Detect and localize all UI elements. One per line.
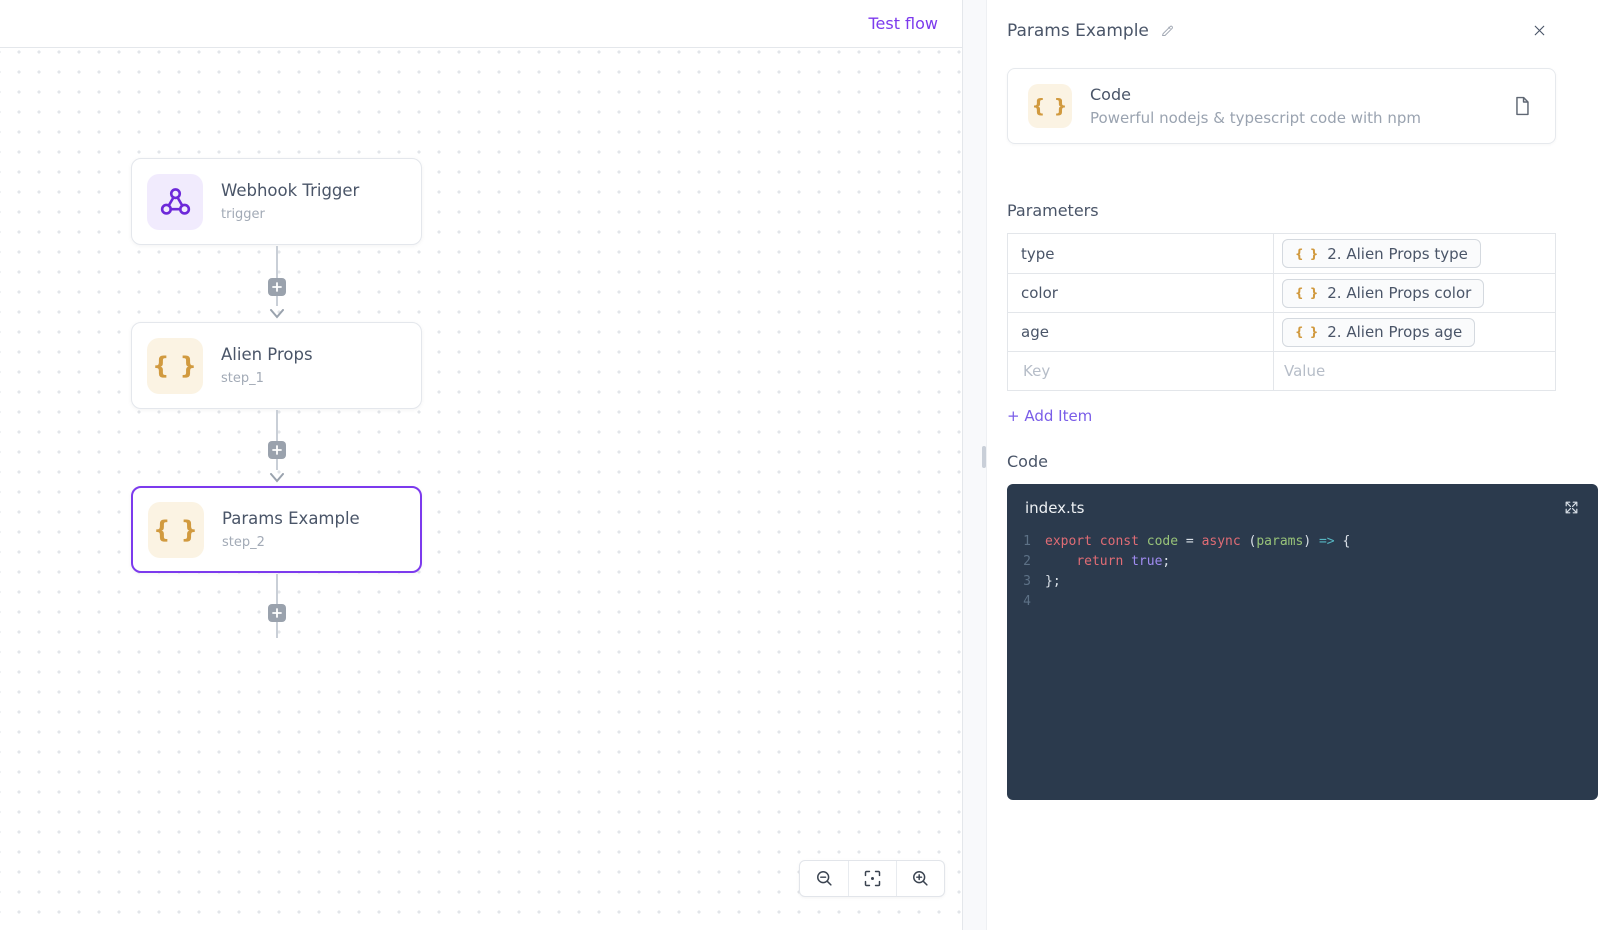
braces-icon: { } [147, 337, 203, 394]
fit-view-button[interactable] [848, 861, 896, 896]
panel-divider [962, 0, 987, 930]
panel-header: Params Example [1007, 20, 1550, 41]
node-title: Params Example [222, 509, 360, 528]
code-line-2: 2 return true; [1007, 552, 1598, 572]
docs-button[interactable] [1509, 93, 1535, 119]
node-step-id: step_2 [222, 535, 265, 550]
braces-icon: { } [1295, 246, 1320, 261]
parameter-row-color: color { } 2. Alien Props color [1008, 273, 1555, 312]
canvas-zoom-controls [799, 860, 945, 897]
node-title: Webhook Trigger [221, 181, 360, 200]
node-step-id: trigger [221, 207, 265, 222]
add-step-button-1[interactable] [268, 278, 286, 296]
fit-view-icon [862, 868, 883, 889]
flow-node-trigger[interactable]: Webhook Trigger trigger [131, 158, 422, 245]
expand-icon [1563, 499, 1580, 516]
new-key-input[interactable] [1021, 361, 1273, 381]
braces-icon: { } [1295, 325, 1320, 339]
value-reference-chip[interactable]: { } 2. Alien Props type [1282, 239, 1481, 268]
expand-editor-button[interactable] [1561, 497, 1582, 518]
connector-line [276, 410, 278, 470]
code-line-3: 3}; [1007, 572, 1598, 592]
braces-icon: { } [148, 501, 204, 558]
code-heading: Code [1007, 452, 1048, 471]
code-editor-body[interactable]: 1 export const code = async (params) => {… [1007, 532, 1598, 612]
node-title: Alien Props [221, 345, 313, 364]
chip-label: 2. Alien Props color [1327, 284, 1472, 302]
panel-resize-handle[interactable] [982, 446, 986, 468]
zoom-in-icon [910, 868, 931, 889]
code-line-1: 1 export const code = async (params) => { [1007, 532, 1598, 552]
chip-label: 2. Alien Props age [1327, 323, 1463, 341]
code-filename: index.ts [1025, 498, 1085, 517]
code-editor: index.ts 1 export const code = async (par… [1007, 484, 1598, 800]
parameter-key-cell[interactable]: color [1008, 274, 1274, 312]
parameters-heading: Parameters [1007, 201, 1099, 220]
add-item-button[interactable]: + Add Item [1007, 407, 1092, 425]
parameter-key-cell[interactable]: type [1008, 234, 1274, 273]
flow-canvas[interactable]: Webhook Trigger trigger { } Alien Props step… [0, 48, 962, 930]
webhook-icon [147, 173, 203, 230]
flow-node-step_2[interactable]: { } Params Example step_2 [131, 486, 422, 573]
connector-line [276, 246, 278, 306]
parameter-value-cell[interactable]: { } 2. Alien Props age [1274, 313, 1555, 351]
step-type-description: Powerful nodejs & typescript code with n… [1090, 109, 1421, 127]
line-number: 1 [1023, 534, 1031, 549]
app: Test flow Webhook Trigger trigger { } Alien… [0, 0, 1610, 930]
line-number: 3 [1023, 574, 1031, 589]
step-name-title: Params Example [1007, 20, 1149, 41]
line-number: 4 [1023, 594, 1031, 609]
flow-node-step_1[interactable]: { } Alien Props step_1 [131, 322, 422, 409]
document-icon [1511, 95, 1533, 117]
step-type-title: Code [1090, 85, 1131, 104]
parameter-value-cell[interactable]: { } 2. Alien Props color [1274, 274, 1555, 312]
parameter-value-cell[interactable]: { } 2. Alien Props type [1274, 234, 1555, 273]
pencil-icon [1160, 23, 1175, 38]
parameter-row-new [1008, 351, 1555, 390]
flow-canvas-column: Test flow Webhook Trigger trigger { } Alien… [0, 0, 962, 930]
add-step-button-2[interactable] [268, 441, 286, 459]
close-icon [1531, 22, 1548, 39]
code-editor-header: index.ts [1007, 484, 1598, 526]
edit-step-name-button[interactable] [1158, 21, 1177, 40]
zoom-out-icon [814, 868, 835, 889]
step-type-card: { } Code Powerful nodejs & typescript co… [1007, 68, 1556, 144]
code-line-4: 4 [1007, 592, 1598, 612]
parameter-key-cell[interactable]: age [1008, 313, 1274, 351]
parameter-row-age: age { } 2. Alien Props age [1008, 312, 1555, 351]
connector-arrow-icon [269, 468, 285, 487]
value-reference-chip[interactable]: { } 2. Alien Props age [1282, 317, 1476, 347]
line-number: 2 [1023, 554, 1031, 569]
new-value-input[interactable] [1282, 361, 1555, 381]
node-step-id: step_1 [221, 371, 264, 386]
canvas-topbar: Test flow [0, 0, 962, 48]
code-text: return true; [1076, 554, 1171, 569]
chip-label: 2. Alien Props type [1327, 244, 1468, 263]
parameter-value-cell[interactable] [1274, 352, 1555, 390]
code-braces-icon: { } [1028, 84, 1072, 128]
value-reference-chip[interactable]: { } 2. Alien Props color [1282, 278, 1485, 308]
zoom-out-button[interactable] [800, 861, 848, 896]
add-step-button-3[interactable] [268, 604, 286, 622]
parameter-row-type: type { } 2. Alien Props type [1008, 234, 1555, 273]
parameter-key-cell[interactable] [1008, 352, 1274, 390]
test-flow-button[interactable]: Test flow [866, 10, 940, 37]
braces-icon: { } [1295, 286, 1320, 300]
code-text: }; [1045, 574, 1061, 589]
close-panel-button[interactable] [1529, 20, 1550, 41]
step-settings-panel: Params Example { } Code Powerful nodejs … [987, 0, 1610, 930]
parameters-table: type { } 2. Alien Props type color { } 2. Ali… [1007, 233, 1556, 391]
code-text: export const code = async (params) => { [1045, 534, 1351, 549]
connector-arrow-icon [269, 304, 285, 323]
zoom-in-button[interactable] [896, 861, 944, 896]
